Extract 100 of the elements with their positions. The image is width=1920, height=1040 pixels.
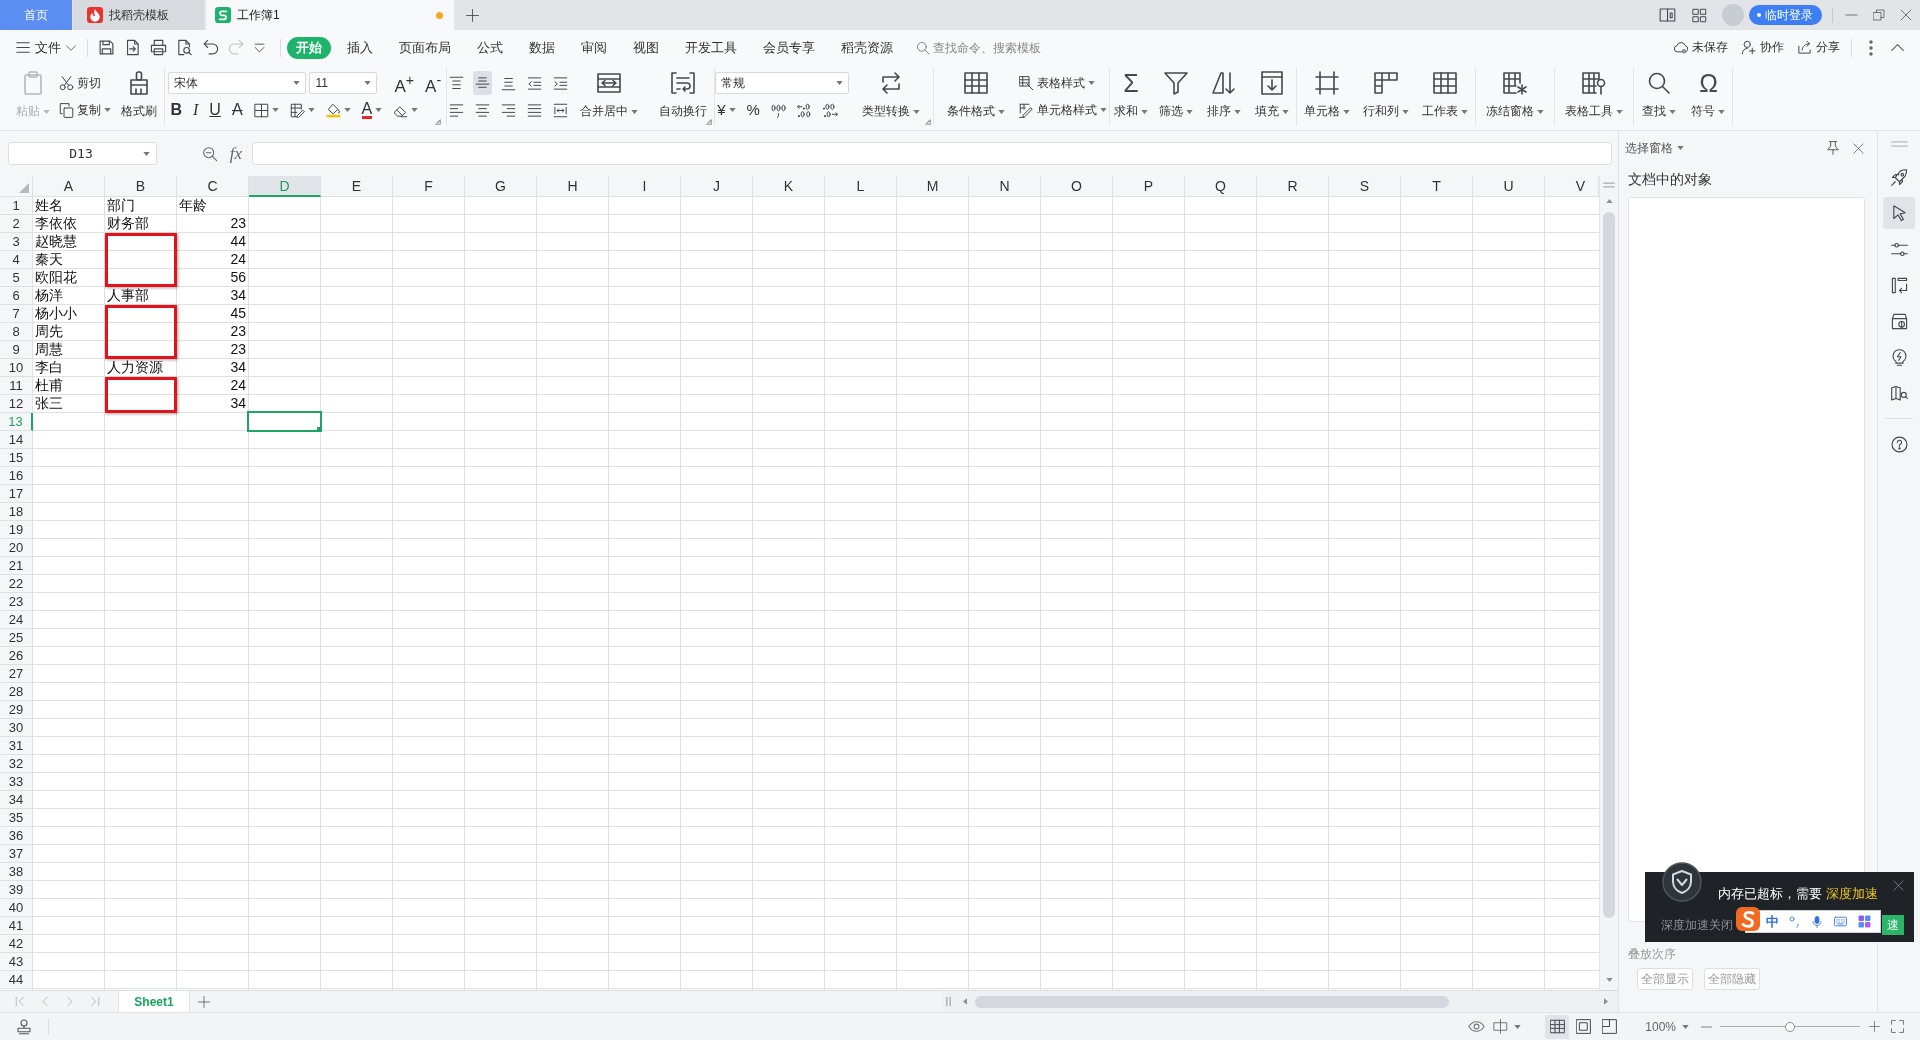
more-icon[interactable] (1869, 39, 1873, 56)
row-header[interactable]: 38 (0, 863, 33, 881)
menu-tab[interactable]: 开发工具 (672, 36, 750, 59)
printer-icon[interactable] (149, 39, 167, 56)
underline-button[interactable]: U (207, 98, 223, 122)
scrollbar-thumb[interactable] (1603, 212, 1615, 918)
column-header[interactable]: K (753, 176, 825, 197)
scroll-down-icon[interactable] (1605, 978, 1613, 982)
column-header[interactable]: H (537, 176, 609, 197)
fullscreen-icon[interactable] (1891, 1020, 1904, 1033)
column-header[interactable]: R (1257, 176, 1329, 197)
row-header[interactable]: 2 (0, 215, 33, 233)
column-header[interactable]: V (1545, 176, 1599, 197)
row-header[interactable]: 44 (0, 971, 33, 989)
row-header[interactable]: 22 (0, 575, 33, 593)
cell-button[interactable]: 单元格 (1297, 68, 1357, 126)
slider-thumb[interactable] (1785, 1021, 1795, 1032)
document-search-icon[interactable] (175, 39, 193, 56)
launcher-icon[interactable] (434, 119, 441, 125)
merge-button[interactable]: 合并居中 (570, 68, 649, 126)
column-header[interactable]: S (1329, 176, 1401, 197)
table-style-button[interactable]: 表格样式 (1017, 71, 1097, 95)
pointer-tool-button[interactable] (1883, 197, 1915, 229)
tab[interactable]: 找稻壳模板 (73, 0, 204, 30)
scroll-right-icon[interactable] (1604, 998, 1608, 1005)
row-header[interactable]: 25 (0, 629, 33, 647)
row-header[interactable]: 7 (0, 305, 33, 323)
freeze-button[interactable]: 冻结窗格 (1476, 68, 1554, 126)
column-header[interactable]: N (969, 176, 1041, 197)
conditional-format-button[interactable]: 条件格式 (934, 68, 1017, 126)
grow-button[interactable]: A$^{+}$ (392, 71, 417, 95)
menu-tab[interactable]: 插入 (334, 36, 386, 59)
cut-button[interactable]: 剪切 (57, 71, 104, 95)
row-header[interactable]: 26 (0, 647, 33, 665)
launcher-icon[interactable] (924, 119, 931, 125)
row-header[interactable]: 28 (0, 683, 33, 701)
split-view-icon[interactable] (1658, 7, 1677, 23)
chevron-up-icon[interactable] (1891, 44, 1904, 51)
collaborate-button[interactable]: 协作 (1741, 39, 1784, 56)
microphone-icon[interactable] (1811, 915, 1823, 928)
row-header[interactable]: 14 (0, 431, 33, 449)
row-header[interactable]: 4 (0, 251, 33, 269)
plus-icon[interactable] (198, 995, 210, 1008)
save-icon[interactable] (97, 39, 115, 56)
row-header[interactable]: 9 (0, 341, 33, 359)
font-size-dropdown[interactable]: 11 (309, 72, 378, 94)
row-header[interactable]: 40 (0, 899, 33, 917)
number-format-dropdown[interactable]: 常规 (715, 72, 850, 94)
worksheet-button[interactable]: 工作表 (1415, 68, 1475, 126)
row-header[interactable]: 19 (0, 521, 33, 539)
scrollbar-thumb[interactable] (975, 995, 1449, 1008)
brush-button[interactable]: 格式刷 (113, 68, 164, 126)
row-header[interactable]: 30 (0, 719, 33, 737)
split-handle-icon[interactable] (1603, 182, 1615, 188)
row-header[interactable]: 11 (0, 377, 33, 395)
row-header[interactable]: 1 (0, 197, 33, 215)
row-header[interactable]: 8 (0, 323, 33, 341)
row-header[interactable]: 39 (0, 881, 33, 899)
pane-title-dropdown[interactable]: 选择窗格 (1625, 139, 1684, 157)
wrap-button[interactable]: 自动换行 (648, 68, 718, 126)
drag-handle-icon[interactable] (1890, 141, 1908, 147)
pin-icon[interactable] (1826, 141, 1840, 155)
copy-button[interactable]: 复制 (57, 98, 114, 122)
column-header[interactable]: U (1473, 176, 1545, 197)
row-header[interactable]: 41 (0, 917, 33, 935)
close-icon[interactable] (1893, 880, 1904, 891)
percent-button[interactable]: % (744, 98, 762, 122)
column-header[interactable]: L (825, 176, 897, 197)
row-header[interactable]: 42 (0, 935, 33, 953)
row-header[interactable]: 23 (0, 593, 33, 611)
search-icon[interactable] (916, 40, 930, 55)
column-header[interactable]: T (1401, 176, 1473, 197)
row-header[interactable]: 12 (0, 395, 33, 413)
eye-icon[interactable] (1468, 1021, 1486, 1032)
search-field[interactable]: 查找命令、搜索模板 (930, 40, 1070, 55)
row-header[interactable]: 5 (0, 269, 33, 287)
column-header[interactable]: I (609, 176, 681, 197)
row-header[interactable]: 3 (0, 233, 33, 251)
name-box[interactable]: D13 (8, 142, 157, 165)
find-button[interactable]: 查找 (1634, 68, 1685, 126)
row-header[interactable]: 32 (0, 755, 33, 773)
row-header[interactable]: 34 (0, 791, 33, 809)
rows-columns-button[interactable]: 行和列 (1356, 68, 1416, 126)
row-header[interactable]: 6 (0, 287, 33, 305)
menu-tab[interactable]: 公式 (464, 36, 516, 59)
row-header[interactable]: 20 (0, 539, 33, 557)
row-header[interactable]: 21 (0, 557, 33, 575)
cloud-button[interactable]: 未保存 (1673, 39, 1728, 56)
input-mode-button[interactable]: 中 (1766, 912, 1779, 931)
tools-button[interactable]: 表格工具 (1555, 68, 1633, 126)
font-color-button[interactable]: A (359, 98, 385, 122)
column-header[interactable]: P (1113, 176, 1185, 197)
tab[interactable]: 工作簿1 (206, 0, 454, 30)
selected-cell-frame[interactable] (247, 411, 322, 432)
column-header[interactable]: J (681, 176, 753, 197)
row-header[interactable]: 43 (0, 953, 33, 971)
currency-button[interactable]: ¥ (715, 98, 738, 122)
menu-tab[interactable]: 页面布局 (386, 36, 464, 59)
align-middle-button[interactable] (473, 71, 492, 95)
close-icon[interactable] (1853, 142, 1864, 154)
